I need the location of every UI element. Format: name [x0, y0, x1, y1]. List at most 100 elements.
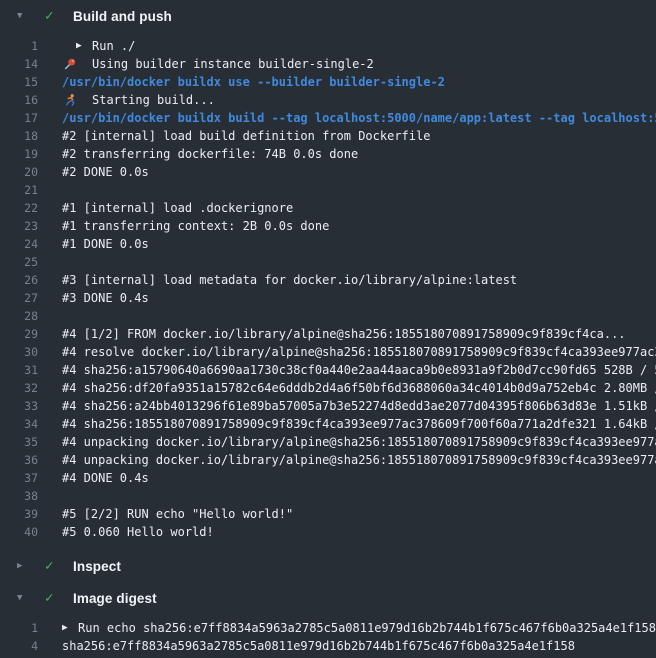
log-line-content: #4 [1/2] FROM docker.io/library/alpine@s… — [62, 325, 656, 343]
log-line: 35 #4 unpacking docker.io/library/alpine@… — [0, 433, 656, 451]
log-line-number[interactable]: 19 — [0, 145, 38, 163]
log-line-number[interactable]: 38 — [0, 487, 38, 505]
log-text: #1 [internal] load .dockerignore — [62, 199, 293, 217]
log-line-number[interactable]: 28 — [0, 307, 38, 325]
log-line: 24 #1 DONE 0.0s — [0, 235, 656, 253]
log-text: /usr/bin/docker buildx build --tag local… — [62, 109, 656, 127]
log-text: #2 DONE 0.0s — [62, 163, 149, 181]
log-line: 37 #4 DONE 0.4s — [0, 469, 656, 487]
check-icon: ✓ — [45, 3, 61, 29]
log-text: #4 sha256:a24bb4013296f61e89ba57005a7b3e… — [62, 397, 656, 415]
log-line-content: /usr/bin/docker buildx use --builder bui… — [62, 73, 656, 91]
log-line-content: ▶Run ./ — [62, 37, 656, 55]
log-line: 25 — [0, 253, 656, 271]
log-line-number[interactable]: 29 — [0, 325, 38, 343]
log-line-number[interactable]: 1 — [0, 37, 38, 55]
log-line: 29 #4 [1/2] FROM docker.io/library/alpine… — [0, 325, 656, 343]
log-line-number[interactable]: 25 — [0, 253, 38, 271]
log-section-image-digest: ▼✓Image digest 1 ▶Run echo sha256:e7ff8834… — [0, 582, 656, 658]
log-text: #4 unpacking docker.io/library/alpine@sh… — [62, 433, 656, 451]
log-line-number[interactable]: 1 — [0, 619, 38, 637]
log-text: #4 [1/2] FROM docker.io/library/alpine@s… — [62, 325, 626, 343]
log-line-number[interactable]: 22 — [0, 199, 38, 217]
log-viewer: ▼✓Build and push1▶Run ./14Using builder … — [0, 0, 656, 658]
log-line-number[interactable]: 4 — [0, 637, 38, 655]
log-line: 1 ▶Run ./ — [0, 37, 656, 55]
log-line: 28 — [0, 307, 656, 325]
log-line: 22 #1 [internal] load .dockerignore — [0, 199, 656, 217]
log-line: 21 — [0, 181, 656, 199]
chevron-down-icon[interactable]: ▼ — [17, 3, 32, 29]
log-line-content: /usr/bin/docker buildx build --tag local… — [62, 109, 656, 127]
log-line-number[interactable]: 24 — [0, 235, 38, 253]
log-line-content: Starting build... — [62, 91, 656, 109]
log-line-number[interactable]: 16 — [0, 91, 38, 109]
log-line-content: #2 [internal] load build definition from… — [62, 127, 656, 145]
log-line-number[interactable]: 33 — [0, 397, 38, 415]
log-text: #5 [2/2] RUN echo "Hello world!" — [62, 505, 293, 523]
log-line-number[interactable]: 14 — [0, 55, 38, 73]
log-line-content: #4 sha256:a15790640a6690aa1730c38cf0a440… — [62, 361, 656, 379]
log-line-content: sha256:e7ff8834a5963a2785c5a0811e979d16b… — [62, 637, 656, 655]
log-line-number[interactable]: 32 — [0, 379, 38, 397]
log-line-number[interactable]: 20 — [0, 163, 38, 181]
log-line: 40 #5 0.060 Hello world! — [0, 523, 656, 541]
log-line: 1 ▶Run echo sha256:e7ff8834a5963a2785c5a0… — [0, 619, 656, 637]
log-line-number[interactable]: 35 — [0, 433, 38, 451]
log-line: 32#4 sha256:df20fa9351a15782c64e6dddb2d4… — [0, 379, 656, 397]
log-section-inspect: ▶ ✓ Inspect — [0, 550, 656, 582]
log-line: 34 #4 sha256:185518070891758909c9f839cf4c… — [0, 415, 656, 433]
log-line: 16 Starting build... — [0, 91, 656, 109]
log-line-content: #4 sha256:185518070891758909c9f839cf4ca3… — [62, 415, 656, 433]
log-line-content: #5 0.060 Hello world! — [62, 523, 656, 541]
log-line: 4 sha256:e7ff8834a5963a2785c5a0811e979d16… — [0, 637, 656, 655]
log-line: 17/usr/bin/docker buildx build --tag loc… — [0, 109, 656, 127]
log-line-number[interactable]: 40 — [0, 523, 38, 541]
log-line-content: #4 DONE 0.4s — [62, 469, 656, 487]
log-line-number[interactable]: 34 — [0, 415, 38, 433]
log-line: 15/usr/bin/docker buildx use --builder b… — [0, 73, 656, 91]
chevron-right-icon[interactable]: ▶ — [17, 553, 32, 579]
log-line-number[interactable]: 26 — [0, 271, 38, 289]
log-line-number[interactable]: 37 — [0, 469, 38, 487]
log-line-content: #4 unpacking docker.io/library/alpine@sh… — [62, 433, 656, 451]
section-body-image-digest: 1 ▶Run echo sha256:e7ff8834a5963a2785c5a0… — [0, 611, 656, 658]
log-line-number[interactable]: 31 — [0, 361, 38, 379]
log-text: #1 DONE 0.0s — [62, 235, 149, 253]
log-line-content: #1 DONE 0.0s — [62, 235, 656, 253]
log-line: 18 #2 [internal] load build definition fr… — [0, 127, 656, 145]
log-line-content — [62, 487, 656, 505]
log-line-content — [62, 253, 656, 271]
section-title: Inspect — [73, 559, 121, 574]
log-text: Using builder instance builder-single-2 — [92, 55, 374, 73]
check-icon: ✓ — [45, 553, 61, 579]
log-line-content: #2 DONE 0.0s — [62, 163, 656, 181]
section-title: Image digest — [73, 591, 157, 606]
log-line-number[interactable]: 23 — [0, 217, 38, 235]
log-line-content: #2 transferring dockerfile: 74B 0.0s don… — [62, 145, 656, 163]
log-line-number[interactable]: 15 — [0, 73, 38, 91]
log-group-toggle-icon[interactable]: ▶ — [62, 619, 78, 637]
log-text: #5 0.060 Hello world! — [62, 523, 214, 541]
log-line-number[interactable]: 39 — [0, 505, 38, 523]
log-line-number[interactable]: 21 — [0, 181, 38, 199]
log-line: 33 #4 sha256:a24bb4013296f61e89ba57005a7b… — [0, 397, 656, 415]
log-line-number[interactable]: 27 — [0, 289, 38, 307]
log-text: #4 resolve docker.io/library/alpine@sha2… — [62, 343, 656, 361]
chevron-down-icon[interactable]: ▼ — [17, 585, 32, 611]
log-line: 27#3 DONE 0.4s — [0, 289, 656, 307]
log-line-number[interactable]: 36 — [0, 451, 38, 469]
log-line-content: #4 unpacking docker.io/library/alpine@sh… — [62, 451, 656, 469]
log-text: Run echo sha256:e7ff8834a5963a2785c5a081… — [78, 619, 656, 637]
log-line-number[interactable]: 18 — [0, 127, 38, 145]
log-line: 26#3 [internal] load metadata for docker… — [0, 271, 656, 289]
log-text: #2 transferring dockerfile: 74B 0.0s don… — [62, 145, 358, 163]
section-header-build-and-push[interactable]: ▼✓Build and push — [0, 3, 656, 29]
log-text: Starting build... — [92, 91, 215, 109]
log-group-toggle-icon[interactable]: ▶ — [76, 37, 92, 55]
section-header-image-digest[interactable]: ▼✓Image digest — [0, 585, 656, 611]
log-line-number[interactable]: 30 — [0, 343, 38, 361]
log-line: 39 #5 [2/2] RUN echo "Hello world!" — [0, 505, 656, 523]
log-line-number[interactable]: 17 — [0, 109, 38, 127]
section-header-inspect[interactable]: ▶ ✓ Inspect — [0, 553, 656, 579]
